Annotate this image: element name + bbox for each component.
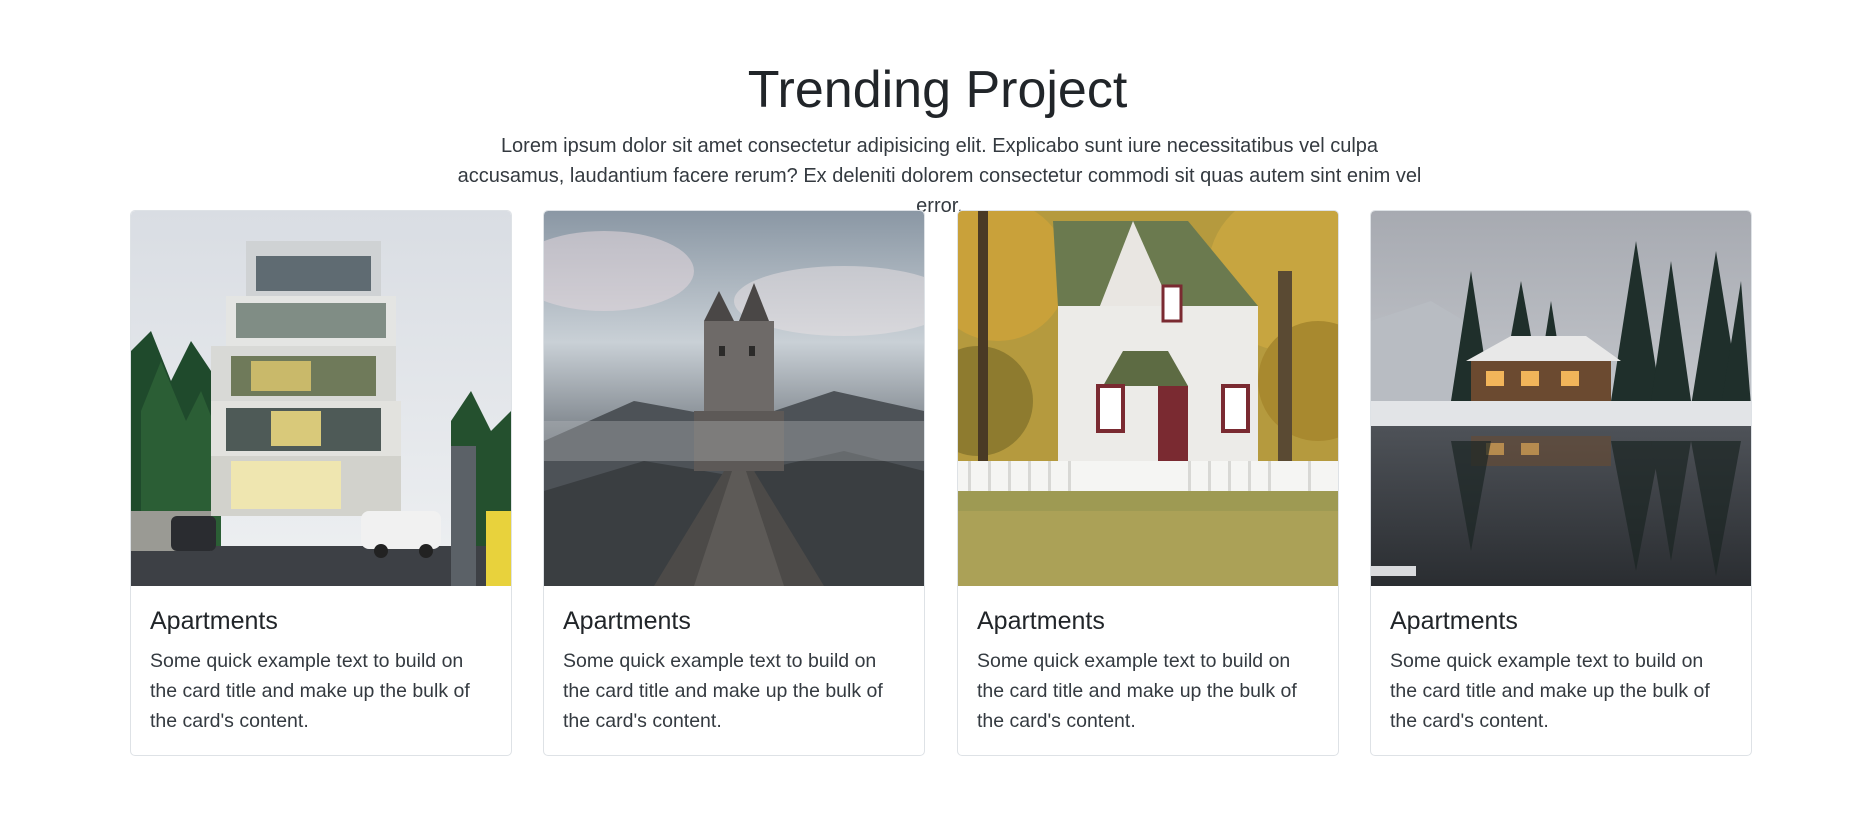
- card-title: Apartments: [1390, 607, 1518, 635]
- project-card[interactable]: Apartments Some quick example text to bu…: [130, 210, 512, 756]
- card-title: Apartments: [563, 607, 691, 635]
- card-grid: Apartments Some quick example text to bu…: [130, 210, 1752, 758]
- section-title: Trending Project: [747, 61, 1128, 119]
- card-body: Apartments Some quick example text to bu…: [544, 586, 924, 736]
- card-image-modern-apartment: [131, 211, 511, 586]
- section-description: Lorem ipsum dolor sit amet consectetur a…: [457, 135, 1422, 217]
- card-text: Some quick example text to build on the …: [1390, 650, 1710, 732]
- project-card[interactable]: Apartments Some quick example text to bu…: [1370, 210, 1752, 756]
- card-image-white-house: [958, 211, 1338, 586]
- card-text: Some quick example text to build on the …: [150, 650, 470, 732]
- card-body: Apartments Some quick example text to bu…: [1371, 586, 1751, 736]
- trending-project-section: Trending Project Lorem ipsum dolor sit a…: [0, 0, 1875, 833]
- card-body: Apartments Some quick example text to bu…: [131, 586, 511, 736]
- card-title: Apartments: [150, 607, 278, 635]
- card-text: Some quick example text to build on the …: [563, 650, 883, 732]
- project-card[interactable]: Apartments Some quick example text to bu…: [957, 210, 1339, 756]
- card-text: Some quick example text to build on the …: [977, 650, 1297, 732]
- project-card[interactable]: Apartments Some quick example text to bu…: [543, 210, 925, 756]
- card-image-lake-cabin: [1371, 211, 1751, 586]
- card-image-misty-castle: [544, 211, 924, 586]
- card-body: Apartments Some quick example text to bu…: [958, 586, 1338, 736]
- card-title: Apartments: [977, 607, 1105, 635]
